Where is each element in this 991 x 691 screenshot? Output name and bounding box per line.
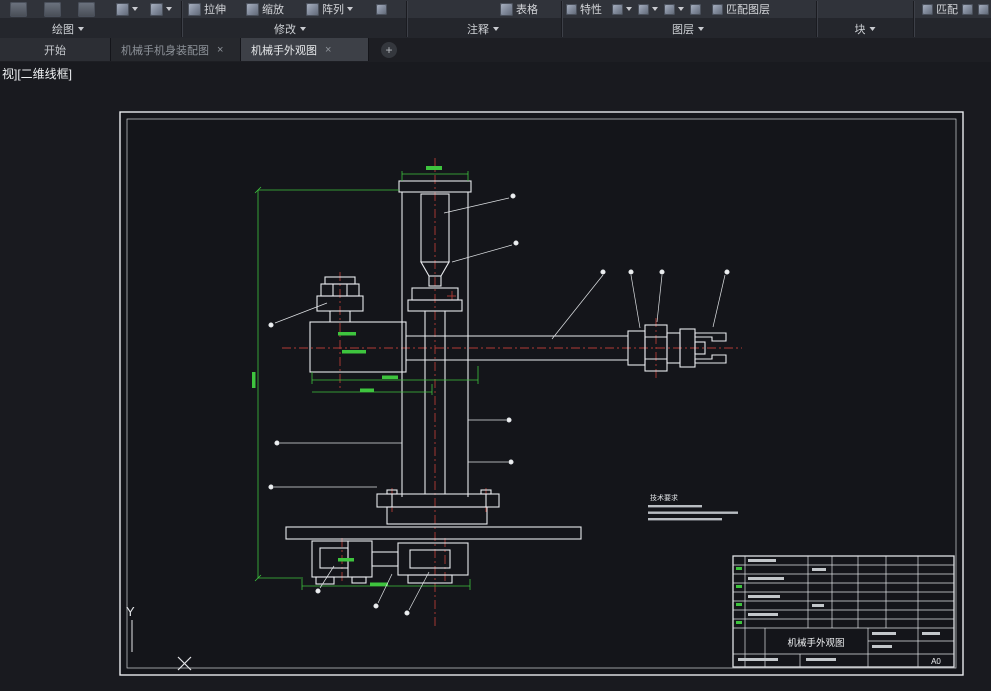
draw-tool-icon [78, 1, 95, 17]
move-dropdown-button[interactable] [150, 1, 172, 17]
stretch-label: 拉伸 [204, 4, 226, 16]
hatch-dropdown-button[interactable] [116, 1, 138, 17]
array-label: 阵列 [322, 4, 344, 16]
scale-button[interactable]: 缩放 [246, 1, 284, 17]
draw-tool-icon [10, 1, 27, 17]
chevron-down-icon [166, 7, 172, 11]
chevron-down-icon [132, 7, 138, 11]
scale-label: 缩放 [262, 4, 284, 16]
stretch-button[interactable]: 拉伸 [188, 1, 226, 17]
chevron-down-icon [698, 27, 704, 31]
edge-tool-icon [962, 3, 973, 15]
close-icon[interactable]: × [217, 44, 223, 56]
tab-doc-appearance-active[interactable]: 机械手外观图 × [241, 38, 369, 61]
chevron-down-icon [869, 27, 876, 31]
panel-annotate-label: 注释 [467, 24, 489, 36]
chevron-down-icon [626, 7, 632, 11]
property-tool-icon [612, 3, 623, 15]
properties-label: 特性 [580, 4, 602, 16]
panel-separator [816, 1, 817, 37]
panel-separator [181, 1, 182, 37]
draw-tool-icon-2[interactable] [44, 1, 61, 17]
tab-doc-assembly-label: 机械手机身装配图 [121, 44, 209, 57]
move-icon [150, 2, 163, 16]
ucs-y-label: Y [126, 604, 135, 619]
scale-icon [246, 2, 259, 16]
match-layer-label: 匹配图层 [726, 4, 770, 16]
match-properties-icon [922, 3, 933, 15]
cad-viewport[interactable]: 技术要求 机械手外观图 A0 Y [0, 62, 991, 691]
property-tool-4[interactable] [690, 1, 701, 17]
panel-block-label: 块 [854, 24, 866, 36]
chevron-down-icon [493, 27, 499, 31]
drawing-canvas[interactable]: 视][二维线框] 技术要求 机械手外观图 A0 Y [0, 62, 991, 691]
chevron-down-icon [678, 7, 684, 11]
modify-extra-icon [376, 3, 387, 15]
ribbon-tools-row: 拉伸 缩放 阵列 表格 特性 匹配图层 匹配 [0, 0, 991, 18]
chevron-down-icon [78, 27, 84, 31]
panel-draw-label: 绘图 [52, 24, 74, 36]
property-tool-2[interactable] [638, 1, 658, 17]
notes-title: 技术要求 [650, 493, 678, 502]
property-tool-icon [690, 3, 701, 15]
panel-layers[interactable]: 图层 [672, 21, 704, 37]
property-tool-1[interactable] [612, 1, 632, 17]
ribbon: 拉伸 缩放 阵列 表格 特性 匹配图层 匹配 绘图 修改 注释 图层 块 [0, 0, 991, 39]
draw-tool-icon-3[interactable] [78, 1, 95, 17]
notes-line [648, 505, 702, 508]
panel-layers-label: 图层 [672, 24, 694, 36]
property-tool-3[interactable] [664, 1, 684, 17]
edge-tool-icon [978, 3, 989, 15]
title-block-drawing-title: 机械手外观图 [787, 637, 844, 649]
notes-line [648, 511, 738, 514]
array-button[interactable]: 阵列 [306, 1, 353, 17]
notes-line [648, 518, 722, 521]
tab-start-label: 开始 [44, 44, 66, 57]
tab-doc-assembly[interactable]: 机械手机身装配图 × [111, 38, 241, 61]
panel-annotate[interactable]: 注释 [467, 21, 499, 37]
panel-separator [406, 1, 407, 37]
hatch-icon [116, 2, 129, 16]
modify-extra-button[interactable] [376, 1, 387, 17]
tab-start[interactable]: 开始 [0, 38, 111, 61]
match-layer-button[interactable]: 匹配图层 [712, 1, 770, 17]
draw-tool-icon-1[interactable] [10, 1, 27, 17]
draw-tool-icon [44, 1, 61, 17]
table-button[interactable]: 表格 [500, 1, 538, 17]
edge-tool-2[interactable] [978, 1, 989, 17]
match-properties-label: 匹配 [936, 4, 958, 16]
chevron-down-icon [652, 7, 658, 11]
array-icon [306, 2, 319, 16]
panel-modify[interactable]: 修改 [274, 21, 306, 37]
title-block-sheet-size: A0 [931, 657, 941, 666]
match-properties-button[interactable]: 匹配 [922, 1, 958, 17]
edge-tool-1[interactable] [962, 1, 973, 17]
properties-icon [566, 3, 577, 15]
match-layer-icon [712, 3, 723, 15]
close-icon[interactable]: × [325, 44, 331, 56]
new-tab-button[interactable]: + [381, 42, 397, 58]
panel-separator [561, 1, 562, 37]
stretch-icon [188, 2, 201, 16]
table-icon [500, 2, 513, 16]
table-label: 表格 [516, 4, 538, 16]
panel-separator [913, 1, 914, 37]
property-tool-icon [664, 3, 675, 15]
property-tool-icon [638, 3, 649, 15]
panel-draw[interactable]: 绘图 [52, 21, 84, 37]
panel-block[interactable]: 块 [855, 21, 876, 37]
ribbon-panel-row: 绘图 修改 注释 图层 块 [0, 18, 991, 39]
chevron-down-icon [300, 27, 306, 31]
document-tabbar: 开始 机械手机身装配图 × 机械手外观图 × + [0, 38, 991, 62]
paper-frame [119, 111, 964, 676]
panel-modify-label: 修改 [274, 24, 296, 36]
properties-button[interactable]: 特性 [566, 1, 602, 17]
chevron-down-icon [347, 7, 353, 11]
tab-doc-appearance-label: 机械手外观图 [251, 44, 317, 57]
